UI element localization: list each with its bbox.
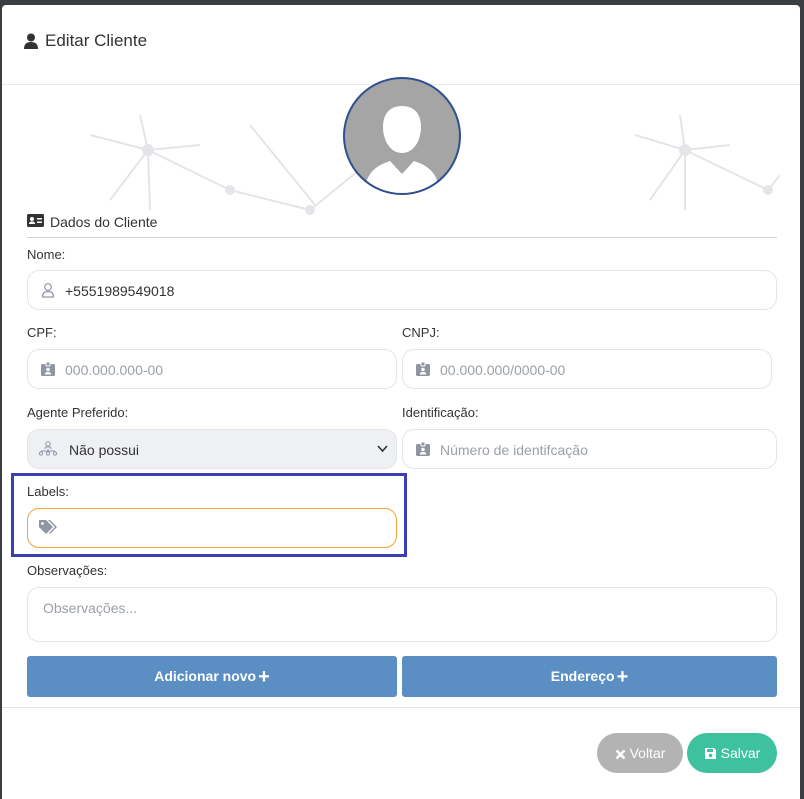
nome-value: +5551989549018 <box>65 283 175 299</box>
badge-icon <box>416 361 430 376</box>
labels-input[interactable] <box>27 508 397 548</box>
cpf-label: CPF: <box>27 325 57 340</box>
edit-client-modal: Editar Cliente Dados do Cliente Nome: +5… <box>2 5 800 799</box>
observacoes-label: Observações: <box>27 563 108 578</box>
save-icon <box>704 748 716 759</box>
identificacao-input[interactable]: Número de identifcação <box>402 429 777 469</box>
plus-icon: + <box>258 666 270 688</box>
tags-icon <box>39 520 57 534</box>
identificacao-placeholder: Número de identifcação <box>440 442 588 458</box>
badge-icon <box>41 361 55 376</box>
cnpj-input[interactable]: 00.000.000/0000-00 <box>402 349 772 389</box>
voltar-button[interactable]: Voltar <box>597 733 683 773</box>
salvar-label: Salvar <box>720 745 761 761</box>
endereco-button[interactable]: Endereço + <box>402 656 777 697</box>
observacoes-textarea[interactable]: Observações... <box>27 587 777 642</box>
modal-title: Editar Cliente <box>45 31 148 50</box>
chevron-down-icon <box>377 445 388 453</box>
user-outline-icon <box>41 283 55 298</box>
nome-label: Nome: <box>27 247 66 262</box>
plus-icon: + <box>616 666 629 688</box>
labels-label: Labels: <box>27 484 69 499</box>
agente-label: Agente Preferido: <box>27 405 129 420</box>
adicionar-novo-button[interactable]: Adicionar novo + <box>27 656 397 697</box>
endereco-label: Endereço <box>550 668 615 684</box>
client-avatar[interactable] <box>343 77 461 195</box>
section-title: Dados do Cliente <box>50 214 158 230</box>
cpf-input[interactable]: 000.000.000-00 <box>27 349 397 389</box>
identificacao-label: Identificação: <box>402 405 479 420</box>
id-card-icon <box>27 214 44 227</box>
cnpj-label: CNPJ: <box>402 325 440 340</box>
cnpj-placeholder: 00.000.000/0000-00 <box>440 362 566 378</box>
hierarchy-icon <box>38 441 58 456</box>
modal-header: Editar Cliente <box>2 5 800 85</box>
agente-value: Não possui <box>69 442 140 458</box>
voltar-label: Voltar <box>629 745 666 761</box>
adicionar-novo-label: Adicionar novo <box>154 668 257 684</box>
footer-divider <box>2 707 800 708</box>
salvar-button[interactable]: Salvar <box>687 733 777 773</box>
observacoes-placeholder: Observações... <box>43 600 138 616</box>
nome-input[interactable]: +5551989549018 <box>27 270 777 310</box>
user-icon <box>24 33 38 49</box>
cpf-placeholder: 000.000.000-00 <box>65 362 164 378</box>
agente-select[interactable]: Não possui <box>27 429 397 469</box>
close-icon <box>615 749 625 760</box>
badge-icon <box>416 441 430 456</box>
default-avatar-icon <box>365 106 439 193</box>
section-header: Dados do Cliente <box>27 207 777 238</box>
